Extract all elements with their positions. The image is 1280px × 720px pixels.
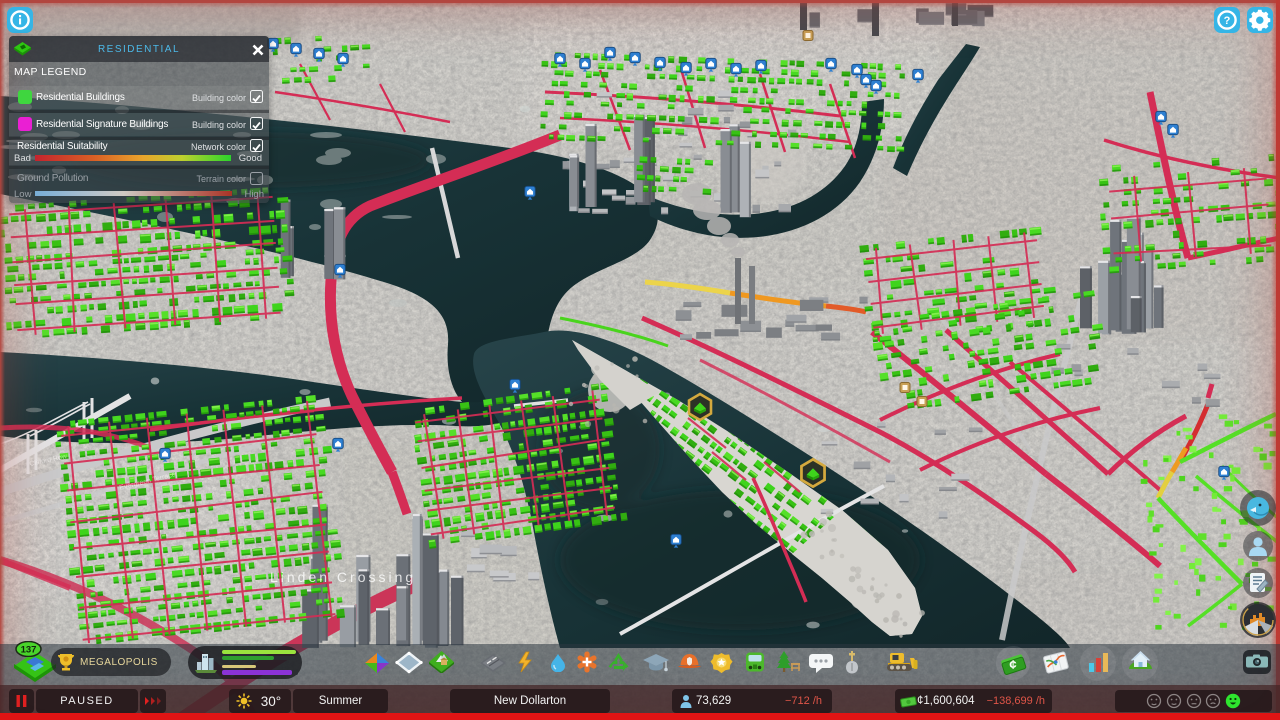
svg-text:Linden Crossing: Linden Crossing bbox=[270, 569, 416, 585]
svg-text:137: 137 bbox=[21, 645, 37, 656]
svg-text:¢: ¢ bbox=[1009, 657, 1016, 672]
svg-text:?: ? bbox=[1224, 15, 1231, 27]
